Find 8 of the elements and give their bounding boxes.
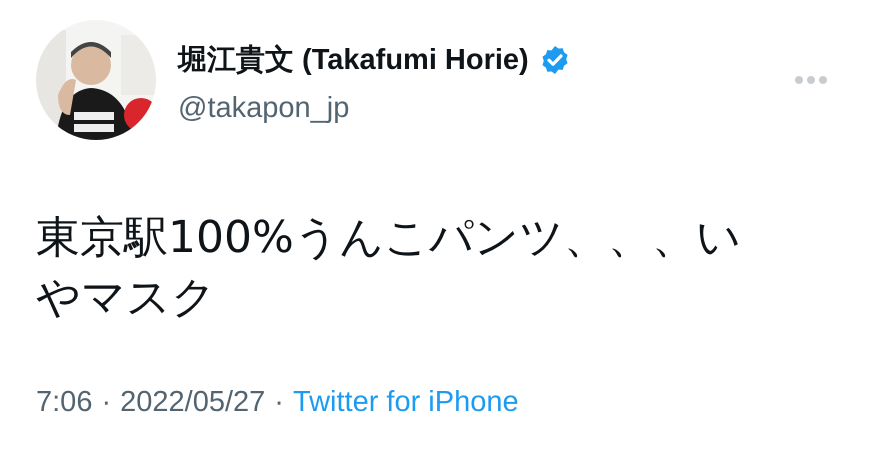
author-name[interactable]: 堀江貴文 (Takafumi Horie) bbox=[178, 40, 529, 80]
author-handle[interactable]: @takapon_jp bbox=[178, 92, 571, 125]
tweet-text: 東京駅100%うんこパンツ、、、いやマスク bbox=[36, 211, 742, 325]
separator-dot: · bbox=[101, 386, 112, 419]
tweet-time: 7:06 bbox=[36, 386, 92, 419]
tweet-date: 2022/05/27 bbox=[120, 386, 266, 419]
more-icon[interactable] bbox=[794, 75, 828, 85]
separator-dot: · bbox=[274, 386, 284, 419]
